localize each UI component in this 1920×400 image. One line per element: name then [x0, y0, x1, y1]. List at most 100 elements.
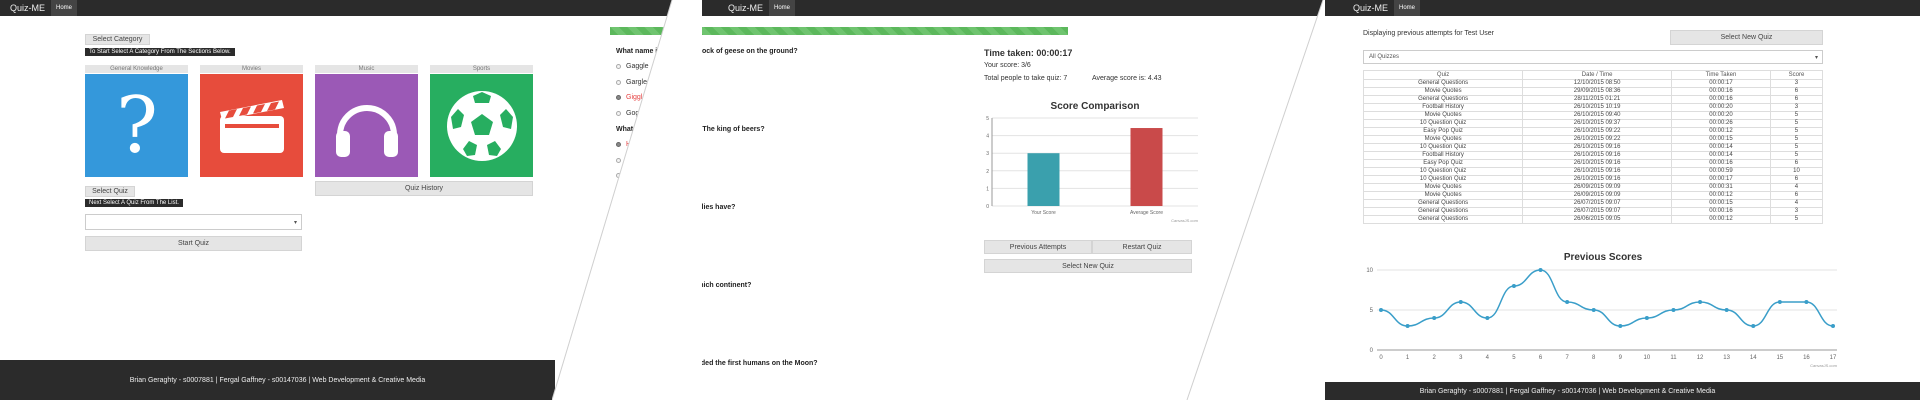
- select-new-quiz-button[interactable]: Select New Quiz: [984, 259, 1192, 273]
- table-row: 10 Question Quiz 26/10/2015 09:16 00:00:17…: [1362, 175, 1824, 184]
- category-tile-general-knowledge[interactable]: ?: [85, 74, 188, 177]
- column-header[interactable]: Score: [1769, 70, 1824, 80]
- radio-button[interactable]: [616, 266, 621, 272]
- answer-option[interactable]: Budweiser: [616, 188, 659, 195]
- table-cell: 26/10/2015 09:22: [1522, 127, 1673, 136]
- table-cell: 6: [1769, 87, 1824, 96]
- quiz-filter-select[interactable]: All Quizzes ▾: [1363, 50, 1823, 64]
- data-point: [1432, 316, 1437, 320]
- answer-option-label: Budweiser: [626, 187, 659, 195]
- answer-option[interactable]: Apollo 7: [616, 375, 651, 382]
- nav-home-link[interactable]: Home: [769, 0, 796, 16]
- answer-option[interactable]: North America: [616, 328, 670, 335]
- table-row: 10 Question Quiz 26/10/2015 09:16 00:00:59…: [1362, 167, 1824, 176]
- data-point: [1751, 324, 1756, 328]
- table-cell: General Questions: [1362, 79, 1524, 88]
- column-header[interactable]: Quiz: [1362, 70, 1524, 80]
- x-tick-label: 4: [1486, 355, 1490, 361]
- radio-button[interactable]: [616, 157, 621, 163]
- restart-quiz-button[interactable]: Restart Quiz: [1092, 240, 1192, 254]
- headphones-icon: [335, 104, 398, 157]
- table-row: Movie Quotes 26/10/2015 09:22 00:00:15 5: [1362, 135, 1824, 144]
- x-tick-label: 1: [1406, 355, 1410, 361]
- select-new-quiz-button[interactable]: Select New Quiz: [1670, 30, 1823, 45]
- answer-option[interactable]: Miller: [616, 157, 643, 164]
- start-quiz-button[interactable]: Start Quiz: [85, 236, 302, 251]
- table-cell: Movie Quotes: [1362, 87, 1524, 96]
- answer-option-label: Heineken: [626, 141, 656, 148]
- y-tick-label: 3: [986, 151, 989, 157]
- answer-option[interactable]: Giggle: [616, 94, 646, 101]
- table-cell: 00:00:20: [1671, 111, 1771, 120]
- x-tick-label: 14: [1750, 355, 1757, 361]
- answer-option[interactable]: Asia: [616, 297, 640, 304]
- y-tick-label: 2: [986, 169, 989, 175]
- radio-button[interactable]: [616, 173, 621, 178]
- x-tick-label: 9: [1619, 355, 1623, 361]
- answer-option[interactable]: Goggle: [616, 110, 649, 117]
- answer-option[interactable]: 8: [616, 250, 630, 257]
- answer-option[interactable]: Europe: [616, 313, 649, 320]
- answer-option[interactable]: 2: [616, 266, 630, 273]
- category-tile-music[interactable]: [315, 74, 418, 177]
- table-header-row: Quiz Date / Time Time Taken Score: [1362, 70, 1824, 80]
- radio-button[interactable]: [616, 64, 621, 69]
- category-tile-movies[interactable]: [200, 74, 303, 177]
- radio-button[interactable]: [616, 344, 621, 350]
- history-heading: Displaying previous attempts for Test Us…: [1363, 30, 1494, 37]
- brand-logo[interactable]: Quiz-ME: [0, 3, 51, 13]
- radio-button[interactable]: [616, 95, 621, 100]
- table-cell: 5: [1769, 119, 1824, 128]
- column-header[interactable]: Date / Time: [1522, 70, 1673, 80]
- answer-option[interactable]: 6: [616, 219, 630, 226]
- select-quiz-button[interactable]: Select Quiz: [85, 186, 135, 197]
- radio-button[interactable]: [616, 391, 621, 397]
- quiz-history-button[interactable]: Quiz History: [315, 181, 533, 196]
- answer-option[interactable]: Gargle: [616, 79, 647, 86]
- category-label-sports: Sports: [430, 65, 533, 73]
- quiz-select[interactable]: ▾: [85, 214, 302, 230]
- quiz-progress-bar: [610, 27, 1068, 35]
- column-header[interactable]: Time Taken: [1671, 70, 1771, 80]
- y-tick-label: 4: [986, 134, 989, 140]
- radio-button[interactable]: [616, 142, 621, 147]
- table-cell: 26/07/2015 09:07: [1522, 207, 1673, 216]
- history-panel: Quiz-ME Home Displaying previous attempt…: [1215, 0, 1920, 400]
- brand-logo[interactable]: Quiz-ME: [1215, 3, 1394, 13]
- bar: [1027, 153, 1060, 206]
- table-row: Movie Quotes 26/10/2015 09:40 00:00:20 5: [1362, 111, 1824, 120]
- radio-button[interactable]: [616, 188, 621, 194]
- radio-button[interactable]: [616, 251, 621, 256]
- answer-option[interactable]: Apollo 11: [616, 391, 655, 398]
- radio-button[interactable]: [616, 329, 621, 334]
- radio-button[interactable]: [616, 313, 621, 319]
- radio-button[interactable]: [616, 220, 621, 225]
- x-tick-label: 7: [1565, 355, 1569, 361]
- answer-option[interactable]: Heineken: [616, 141, 656, 148]
- table-cell: 10 Question Quiz: [1362, 167, 1524, 176]
- answer-option[interactable]: Gaggle: [616, 63, 649, 70]
- table-row: General Questions 26/07/2015 09:07 00:00:1…: [1362, 199, 1824, 208]
- brand-logo[interactable]: Quiz-ME: [560, 3, 769, 13]
- radio-button[interactable]: [616, 79, 621, 85]
- answer-option-label: Gargle: [626, 78, 648, 86]
- radio-button[interactable]: [616, 298, 621, 303]
- previous-attempts-button[interactable]: Previous Attempts: [984, 240, 1092, 254]
- table-cell: 28/11/2015 01:21: [1522, 95, 1673, 104]
- answer-option[interactable]: South America: [616, 344, 672, 351]
- category-tile-sports[interactable]: [430, 74, 533, 177]
- clapperboard-icon: [219, 99, 284, 153]
- select-category-button[interactable]: Select Category: [85, 34, 150, 45]
- radio-button[interactable]: [616, 110, 621, 116]
- data-point: [1804, 300, 1809, 304]
- answer-option[interactable]: 4: [616, 235, 630, 242]
- table-row: Easy Pop Quiz 26/10/2015 09:16 00:00:16 6: [1362, 159, 1824, 168]
- radio-button[interactable]: [616, 235, 621, 241]
- x-tick-label: Your Score: [1031, 210, 1056, 216]
- radio-button[interactable]: [616, 376, 621, 381]
- answer-option[interactable]: Coor Light: [616, 172, 658, 179]
- table-cell: 00:00:12: [1671, 127, 1771, 136]
- nav-home-link[interactable]: Home: [51, 0, 78, 16]
- table-cell: 26/09/2015 09:09: [1522, 191, 1673, 200]
- nav-home-link[interactable]: Home: [1394, 0, 1421, 16]
